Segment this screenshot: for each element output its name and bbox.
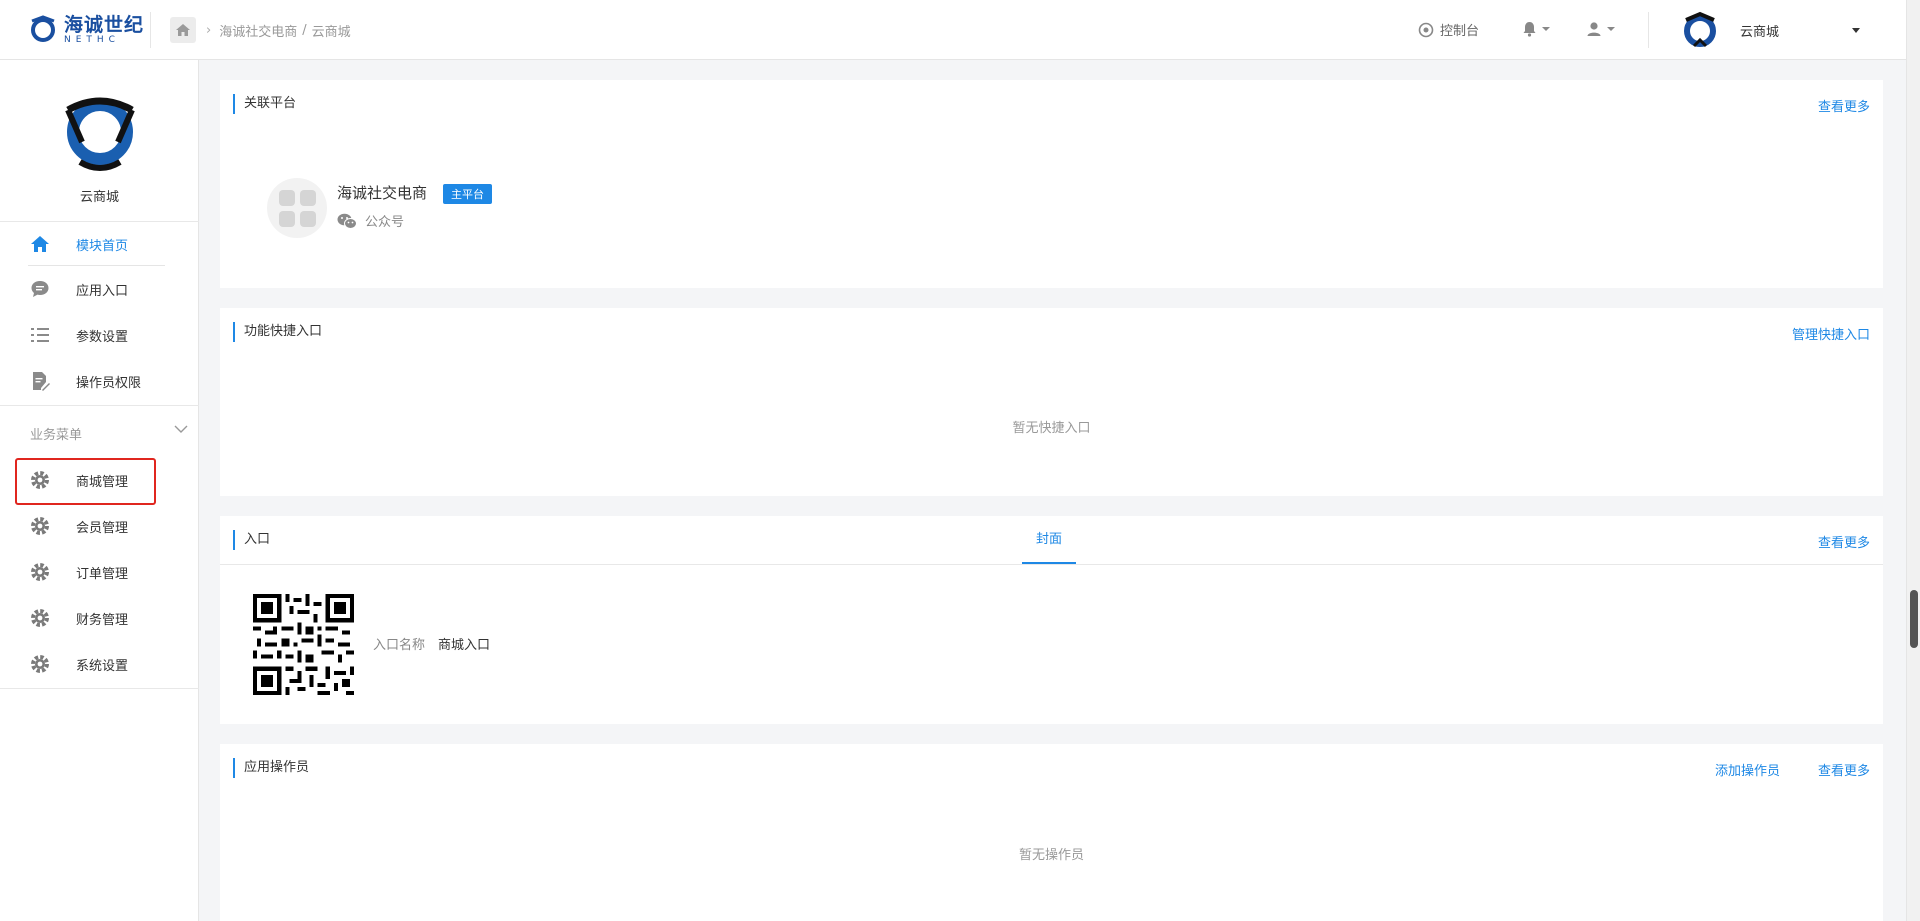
sidebar-divider bbox=[0, 405, 199, 406]
breadcrumb: › 海诚社交电商 / 云商城 bbox=[206, 21, 351, 40]
nav-app-entry[interactable]: 应用入口 bbox=[0, 267, 199, 311]
brand-logo[interactable]: 海诚世纪 NETHC bbox=[28, 14, 144, 46]
app-logo-icon bbox=[65, 97, 135, 171]
card-title: 关联平台 bbox=[233, 94, 296, 114]
view-more-link[interactable]: 查看更多 bbox=[1818, 760, 1870, 779]
sidebar: 云商城 模块首页 应用入口 参数设置 操作员权限 业务菜单 商城管理 会员管理 … bbox=[0, 60, 199, 921]
breadcrumb-parent[interactable]: 海诚社交电商 bbox=[219, 21, 297, 40]
chevron-right-icon: › bbox=[206, 23, 212, 38]
view-more-link[interactable]: 查看更多 bbox=[1818, 532, 1870, 551]
view-more-link[interactable]: 查看更多 bbox=[1818, 96, 1870, 115]
home-icon bbox=[30, 234, 50, 254]
nav-order-management[interactable]: 订单管理 bbox=[0, 550, 199, 594]
home-icon bbox=[176, 24, 190, 36]
tab-cover[interactable]: 封面 bbox=[1022, 516, 1076, 564]
tab-divider bbox=[220, 564, 1883, 565]
console-link[interactable]: 控制台 bbox=[1418, 20, 1479, 39]
business-menu-title: 业务菜单 bbox=[30, 428, 83, 443]
nav-label: 会员管理 bbox=[76, 521, 129, 536]
list-settings-icon bbox=[30, 325, 50, 345]
entry-card: 入口 封面 查看更多 入口名称 商城入口 bbox=[220, 516, 1883, 724]
scrollbar-thumb[interactable] bbox=[1910, 590, 1918, 648]
shortcuts-card: 功能快捷入口 管理快捷入口 暂无快捷入口 bbox=[220, 308, 1883, 496]
nav-label: 应用入口 bbox=[76, 284, 129, 299]
home-button[interactable] bbox=[170, 17, 196, 43]
operators-card: 应用操作员 添加操作员 查看更多 暂无操作员 bbox=[220, 744, 1883, 921]
wechat-icon bbox=[337, 213, 357, 229]
user-menu-button[interactable] bbox=[1586, 21, 1615, 37]
nav-operator-permissions[interactable]: 操作员权限 bbox=[0, 359, 199, 403]
dashboard-gauge-icon bbox=[1418, 22, 1434, 37]
entry-name-value: 商城入口 bbox=[438, 638, 491, 653]
apps-grid-icon bbox=[278, 189, 316, 227]
account-name: 云商城 bbox=[1740, 24, 1780, 40]
logo-emblem-icon bbox=[31, 15, 55, 42]
card-title: 入口 bbox=[233, 530, 270, 550]
page-scrollbar[interactable] bbox=[1906, 0, 1920, 921]
linked-platform-card: 关联平台 查看更多 海诚社交电商 主平台 公众号 bbox=[220, 80, 1883, 288]
nav-label: 商城管理 bbox=[76, 475, 129, 490]
caret-down-icon bbox=[1542, 27, 1550, 31]
entry-name-label: 入口名称 bbox=[373, 638, 426, 653]
qr-code-image[interactable] bbox=[253, 594, 354, 695]
card-title: 功能快捷入口 bbox=[233, 322, 322, 342]
platform-type: 公众号 bbox=[337, 211, 404, 230]
gear-icon bbox=[30, 654, 50, 674]
top-header: 海诚世纪 NETHC › 海诚社交电商 / 云商城 控制台 云商城 bbox=[0, 0, 1906, 60]
nav-label: 订单管理 bbox=[76, 567, 129, 582]
nav-label: 操作员权限 bbox=[76, 376, 142, 391]
nav-member-management[interactable]: 会员管理 bbox=[0, 504, 199, 548]
nav-label: 参数设置 bbox=[76, 330, 129, 345]
user-icon bbox=[1587, 22, 1601, 36]
breadcrumb-current: 云商城 bbox=[311, 25, 351, 40]
console-label: 控制台 bbox=[1440, 24, 1480, 39]
gear-icon bbox=[30, 562, 50, 582]
logo-en-text: NETHC bbox=[64, 34, 120, 45]
platform-name[interactable]: 海诚社交电商 bbox=[337, 182, 427, 203]
header-divider-right bbox=[1648, 12, 1649, 48]
chat-bubble-icon bbox=[30, 279, 50, 299]
app-name: 云商城 bbox=[79, 190, 119, 205]
nav-module-home[interactable]: 模块首页 bbox=[0, 222, 199, 266]
empty-operators-text: 暂无操作员 bbox=[1018, 848, 1084, 863]
bell-icon bbox=[1523, 22, 1536, 37]
logo-cn-text: 海诚世纪 bbox=[64, 13, 145, 36]
main-platform-badge: 主平台 bbox=[443, 184, 492, 204]
sidebar-divider bbox=[0, 688, 199, 689]
nav-finance-management[interactable]: 财务管理 bbox=[0, 596, 199, 640]
empty-shortcuts-text: 暂无快捷入口 bbox=[1012, 421, 1091, 436]
notifications-button[interactable] bbox=[1522, 21, 1550, 37]
caret-down-icon bbox=[1852, 27, 1860, 33]
nav-settings[interactable]: 参数设置 bbox=[0, 313, 199, 357]
nav-label: 系统设置 bbox=[76, 659, 129, 674]
manage-shortcuts-link[interactable]: 管理快捷入口 bbox=[1792, 324, 1870, 343]
chevron-down-icon[interactable] bbox=[174, 422, 188, 438]
nav-label: 模块首页 bbox=[76, 239, 129, 254]
card-title: 应用操作员 bbox=[233, 758, 309, 778]
header-divider bbox=[150, 12, 151, 48]
caret-down-icon bbox=[1607, 27, 1615, 31]
nav-mall-management[interactable]: 商城管理 bbox=[0, 458, 199, 502]
gear-icon bbox=[30, 516, 50, 536]
nav-label: 财务管理 bbox=[76, 613, 129, 628]
document-edit-icon bbox=[30, 371, 50, 391]
nav-system-settings[interactable]: 系统设置 bbox=[0, 642, 199, 686]
gear-icon bbox=[30, 608, 50, 628]
add-operator-link[interactable]: 添加操作员 bbox=[1715, 760, 1780, 779]
account-avatar-icon bbox=[1684, 11, 1716, 48]
platform-type-label: 公众号 bbox=[365, 215, 405, 230]
gear-icon bbox=[30, 470, 50, 490]
platform-avatar bbox=[267, 178, 327, 238]
account-switcher[interactable]: 云商城 bbox=[1680, 10, 1860, 50]
